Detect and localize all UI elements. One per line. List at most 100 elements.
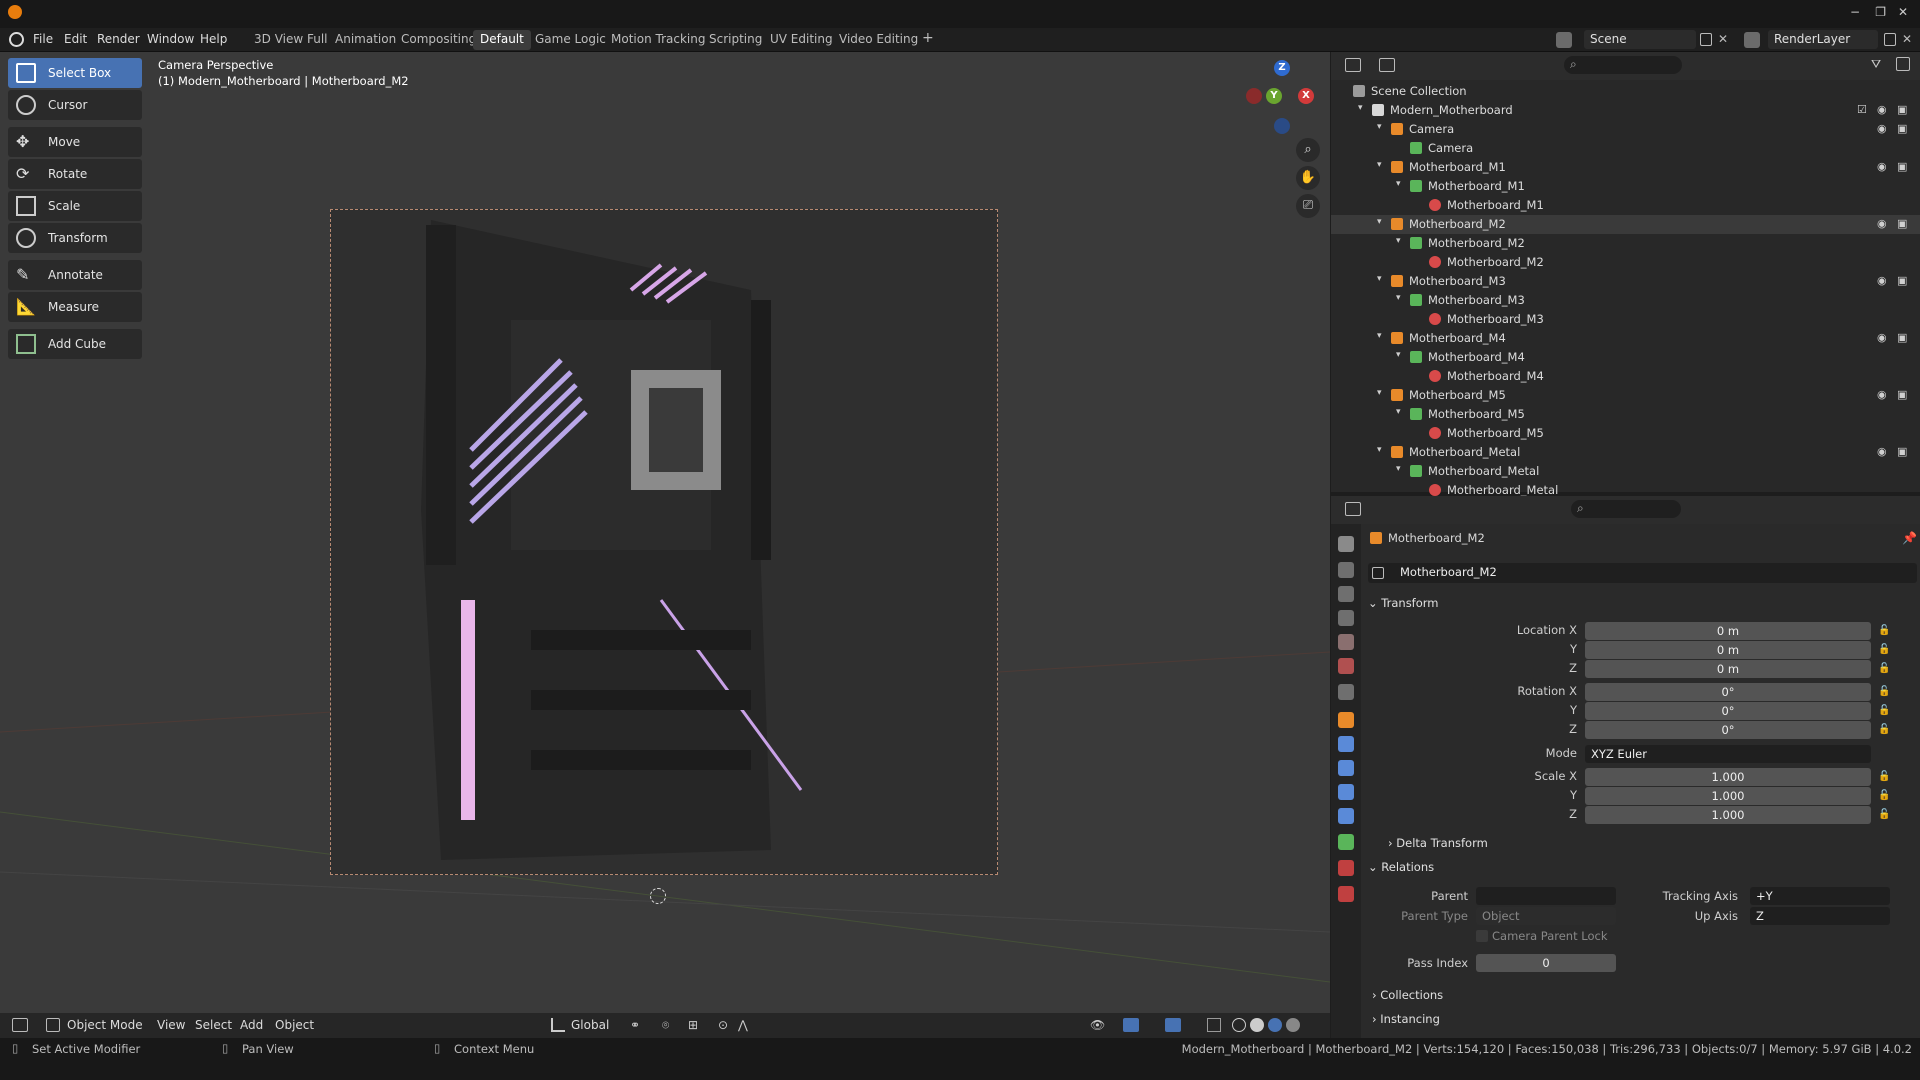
material-tab-icon[interactable]	[1338, 860, 1354, 876]
render-camera-icon[interactable]: ▣	[1897, 122, 1907, 135]
render-camera-icon[interactable]: ▣	[1897, 331, 1907, 344]
outliner-row[interactable]: Motherboard_M5	[1331, 424, 1920, 443]
tool-add-cube[interactable]: Add Cube	[8, 329, 142, 359]
filter-icon[interactable]: ⛛	[1871, 57, 1881, 72]
scale-z-field[interactable]: 1.000	[1585, 806, 1871, 824]
lock-icon[interactable]: 🔓	[1878, 686, 1890, 697]
disclosure-triangle-icon[interactable]: ▾	[1377, 331, 1382, 341]
scale-y-field[interactable]: 1.000	[1585, 787, 1871, 805]
data-tab-icon[interactable]	[1338, 834, 1354, 850]
outliner-row[interactable]: Motherboard_M4	[1331, 367, 1920, 386]
scene-selector-icon[interactable]	[1556, 32, 1572, 48]
camera-parent-lock-checkbox[interactable]	[1476, 930, 1488, 942]
modifiers-tab-icon[interactable]	[1338, 736, 1354, 752]
disclosure-triangle-icon[interactable]: ▾	[1377, 122, 1382, 132]
outliner-row[interactable]: Motherboard_M2	[1331, 253, 1920, 272]
tool-rotate[interactable]: ⟳ Rotate	[8, 159, 142, 189]
properties-editor-type-icon[interactable]	[1345, 502, 1361, 516]
outliner-row[interactable]: ▾ Motherboard_M1 ◉ ▣	[1331, 158, 1920, 177]
delete-scene-icon[interactable]: ✕	[1718, 32, 1728, 46]
3d-viewport[interactable]: Select Box Cursor ✥ Move ⟳ Rotate Scale Tr…	[0, 52, 1330, 1038]
exclude-checkbox-icon[interactable]: ☑	[1857, 103, 1867, 116]
outliner-row[interactable]: Scene Collection	[1331, 82, 1920, 101]
lock-icon[interactable]: 🔓	[1878, 625, 1890, 636]
disclosure-triangle-icon[interactable]: ▾	[1377, 388, 1382, 398]
scale-x-field[interactable]: 1.000	[1585, 768, 1871, 786]
disclosure-triangle-icon[interactable]: ▾	[1396, 350, 1401, 360]
rotation-mode-dropdown[interactable]: XYZ Euler	[1585, 745, 1871, 763]
outliner-row[interactable]: Camera	[1331, 139, 1920, 158]
window-close-button[interactable]: ✕	[1898, 5, 1908, 19]
render-camera-icon[interactable]: ▣	[1897, 217, 1907, 230]
render-layer-field[interactable]: RenderLayer	[1768, 30, 1878, 49]
overlays-toggle-icon[interactable]	[1165, 1018, 1181, 1032]
tool-cursor[interactable]: Cursor	[8, 90, 142, 120]
visibility-eye-icon[interactable]: ◉	[1877, 388, 1887, 401]
lock-icon[interactable]: 🔓	[1878, 790, 1890, 801]
outliner-row[interactable]: Motherboard_M1	[1331, 196, 1920, 215]
tab-3d-view-full[interactable]: 3D View Full	[247, 30, 335, 50]
object-name-field[interactable]: Motherboard_M2	[1368, 563, 1917, 583]
visibility-eye-icon[interactable]: ◉	[1877, 331, 1887, 344]
zoom-icon[interactable]: ⌕	[1296, 138, 1320, 162]
rotation-y-field[interactable]: 0°	[1585, 702, 1871, 720]
snap-target-icon[interactable]: ⊞	[688, 1018, 698, 1032]
outliner-row[interactable]: ▾ Motherboard_M4	[1331, 348, 1920, 367]
window-maximize-button[interactable]: ❐	[1875, 5, 1886, 19]
tab-uv-editing[interactable]: UV Editing	[763, 30, 840, 50]
solid-shading-icon[interactable]	[1250, 1018, 1264, 1032]
menu-view[interactable]: View	[157, 1018, 185, 1032]
falloff-icon[interactable]: ⋀	[738, 1018, 748, 1032]
outliner-row[interactable]: ▾ Motherboard_M4 ◉ ▣	[1331, 329, 1920, 348]
tab-game-logic[interactable]: Game Logic	[528, 30, 613, 50]
scene-name-field[interactable]: Scene	[1584, 30, 1696, 49]
output-tab-icon[interactable]	[1338, 586, 1354, 602]
collection-tab-icon[interactable]	[1338, 684, 1354, 700]
gizmo-z-axis[interactable]: Z	[1274, 60, 1290, 76]
tool-tab-icon[interactable]	[1338, 536, 1354, 552]
outliner-row[interactable]: ▾ Motherboard_M1	[1331, 177, 1920, 196]
disclosure-triangle-icon[interactable]: ▾	[1396, 464, 1401, 474]
outliner-row[interactable]: ▾ Motherboard_M2 ◉ ▣	[1331, 215, 1920, 234]
transform-orientation-dropdown[interactable]: Global	[571, 1018, 609, 1032]
disclosure-triangle-icon[interactable]: ▾	[1396, 407, 1401, 417]
tool-scale[interactable]: Scale	[8, 191, 142, 221]
view-layer-icon[interactable]	[1744, 32, 1760, 48]
tab-video-editing[interactable]: Video Editing	[832, 30, 925, 50]
tool-annotate[interactable]: ✎ Annotate	[8, 260, 142, 290]
tab-default[interactable]: Default	[473, 30, 531, 50]
visibility-eye-icon[interactable]: ◉	[1877, 274, 1887, 287]
pin-icon[interactable]: 📌	[1902, 531, 1917, 545]
location-z-field[interactable]: 0 m	[1585, 660, 1871, 678]
disclosure-triangle-icon[interactable]: ▾	[1396, 179, 1401, 189]
menu-help[interactable]: Help	[200, 32, 227, 46]
disclosure-triangle-icon[interactable]: ▾	[1377, 217, 1382, 227]
rendered-shading-icon[interactable]	[1286, 1018, 1300, 1032]
up-axis-dropdown[interactable]: Z	[1750, 907, 1890, 925]
gizmo-neg-x-axis[interactable]	[1246, 88, 1262, 104]
view-layer-tab-icon[interactable]	[1338, 610, 1354, 626]
render-camera-icon[interactable]: ▣	[1897, 445, 1907, 458]
outliner-row[interactable]: ▾ Motherboard_M2	[1331, 234, 1920, 253]
properties-search-input[interactable]: ⌕	[1571, 500, 1681, 518]
menu-window[interactable]: Window	[147, 32, 194, 46]
tab-compositing[interactable]: Compositing	[394, 30, 483, 50]
render-camera-icon[interactable]: ▣	[1897, 274, 1907, 287]
gizmo-neg-z-axis[interactable]	[1274, 118, 1290, 134]
wireframe-shading-icon[interactable]	[1232, 1018, 1246, 1032]
editor-type-icon[interactable]	[12, 1018, 28, 1032]
disclosure-triangle-icon[interactable]: ▾	[1396, 293, 1401, 303]
lock-icon[interactable]: 🔓	[1878, 705, 1890, 716]
object-tab-icon[interactable]	[1338, 712, 1354, 728]
window-minimize-button[interactable]: −	[1850, 5, 1860, 19]
disclosure-triangle-icon[interactable]: ▾	[1358, 103, 1363, 113]
parent-field[interactable]	[1476, 887, 1616, 905]
lock-icon[interactable]: 🔓	[1878, 644, 1890, 655]
outliner-search-input[interactable]: ⌕	[1564, 56, 1682, 74]
proportional-editing-icon[interactable]: ⊙	[718, 1018, 728, 1032]
disclosure-triangle-icon[interactable]: ▾	[1377, 445, 1382, 455]
lock-icon[interactable]: 🔓	[1878, 771, 1890, 782]
menu-select[interactable]: Select	[195, 1018, 232, 1032]
pass-index-field[interactable]: 0	[1476, 954, 1616, 972]
physics-tab-icon[interactable]	[1338, 784, 1354, 800]
